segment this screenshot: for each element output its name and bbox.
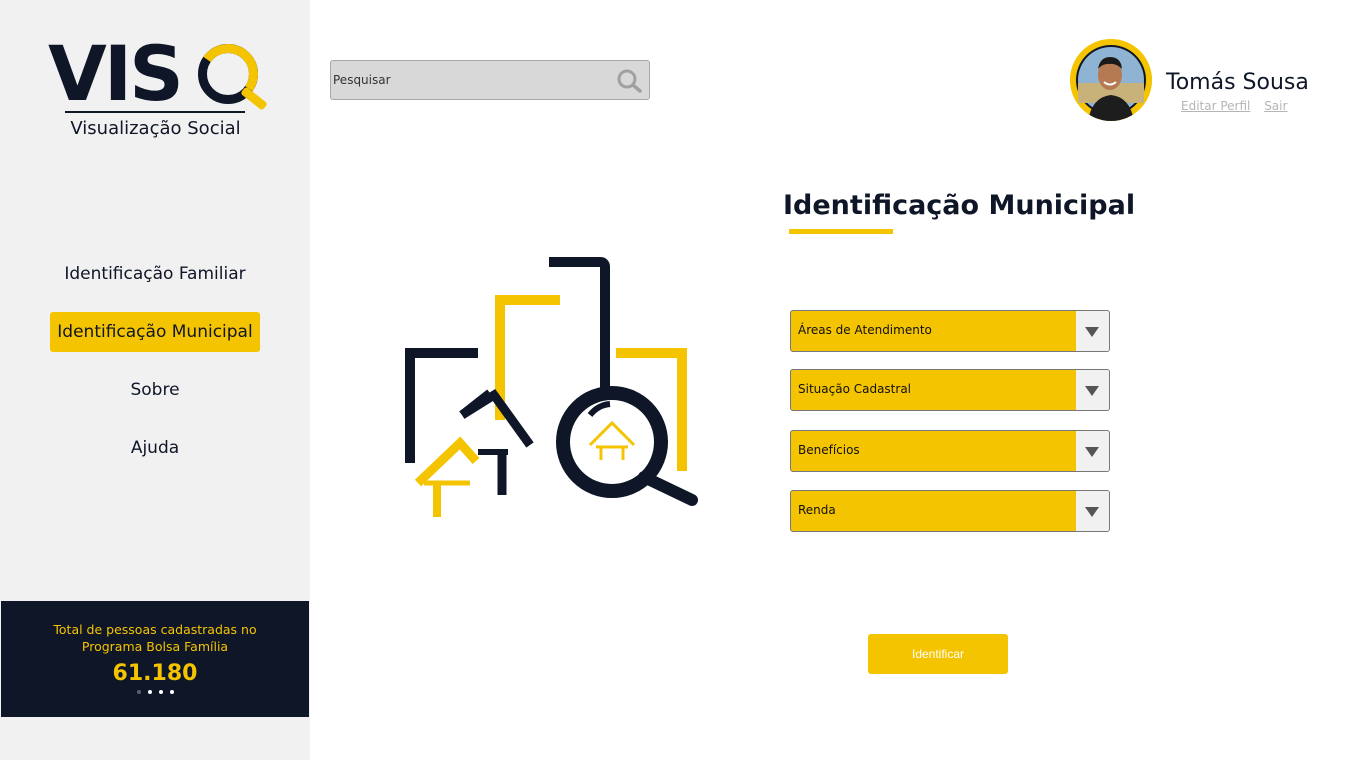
logout-link[interactable]: Sair: [1264, 99, 1287, 113]
sidebar-item-identificacao-familiar[interactable]: Identificação Familiar: [57, 254, 252, 294]
sidebar-nav: Identificação Familiar Identificação Mun…: [0, 254, 310, 486]
logo-wordmark: VIS: [48, 29, 184, 118]
edit-profile-link[interactable]: Editar Perfil: [1181, 99, 1250, 113]
carousel-dot[interactable]: [169, 690, 174, 694]
logo-divider: [65, 111, 245, 113]
search-icon[interactable]: [616, 69, 642, 93]
sidebar-item-ajuda[interactable]: Ajuda: [124, 428, 186, 468]
stats-card: Total de pessoas cadastradas no Programa…: [1, 601, 309, 717]
select-label: Renda: [798, 503, 836, 517]
chevron-down-icon[interactable]: [1076, 370, 1109, 410]
carousel-dot[interactable]: [147, 690, 152, 694]
logo-subtitle: Visualização Social: [70, 118, 241, 139]
select-label: Áreas de Atendimento: [798, 323, 932, 337]
chevron-down-icon[interactable]: [1076, 491, 1109, 531]
select-label: Benefícios: [798, 443, 860, 457]
carousel-dots: [1, 690, 309, 694]
sidebar-item-identificacao-municipal[interactable]: Identificação Municipal: [50, 312, 260, 352]
profile-name: Tomás Sousa: [1166, 70, 1309, 95]
carousel-dot[interactable]: [136, 690, 141, 694]
carousel-dot[interactable]: [158, 690, 163, 694]
select-beneficios[interactable]: Benefícios: [790, 430, 1110, 472]
select-situacao-cadastral[interactable]: Situação Cadastral: [790, 369, 1110, 411]
select-label: Situação Cadastral: [798, 382, 912, 396]
avatar[interactable]: [1070, 39, 1152, 121]
profile-links: Editar Perfil Sair: [1181, 99, 1297, 113]
chevron-down-icon[interactable]: [1076, 311, 1109, 351]
avatar-photo: [1070, 39, 1152, 121]
identificar-button[interactable]: Identificar: [868, 634, 1008, 674]
sidebar: VIS Visualização Social Identificação Fa…: [0, 0, 310, 760]
chevron-down-icon[interactable]: [1076, 431, 1109, 471]
stats-label: Total de pessoas cadastradas no Programa…: [53, 622, 257, 654]
municipal-search-illustration: [405, 257, 698, 517]
search-input[interactable]: [333, 61, 603, 99]
page-title: Identificação Municipal: [783, 190, 1136, 221]
title-underline: [789, 229, 893, 234]
stats-value: 61.180: [112, 661, 198, 686]
search-bar: [330, 60, 650, 100]
visq-logo[interactable]: VIS Visualização Social: [48, 36, 268, 146]
select-renda[interactable]: Renda: [790, 490, 1110, 532]
sidebar-item-sobre[interactable]: Sobre: [123, 370, 186, 410]
select-areas-atendimento[interactable]: Áreas de Atendimento: [790, 310, 1110, 352]
